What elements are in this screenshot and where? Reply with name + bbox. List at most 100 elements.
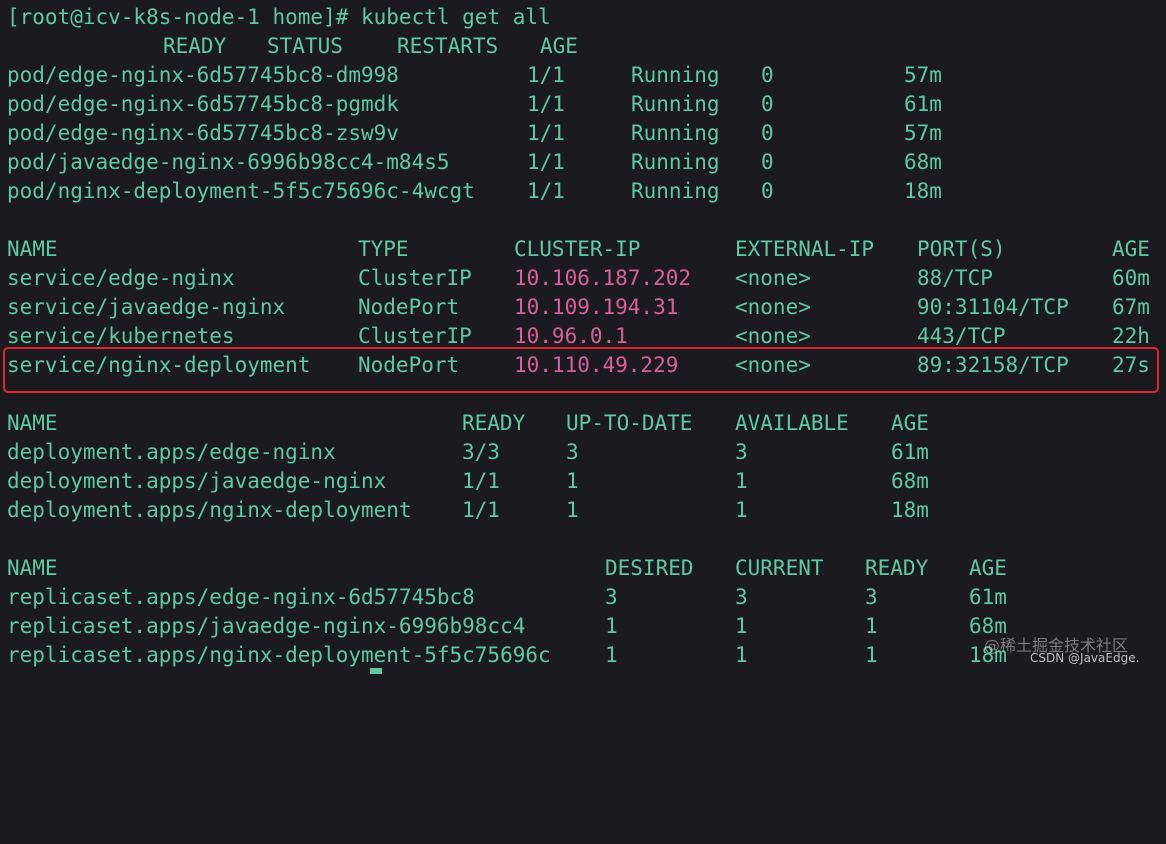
replicaset-name: replicaset.apps/edge-nginx-6d57745bc8 — [7, 585, 475, 609]
services-header-type: TYPE — [358, 237, 409, 261]
replicaset-name: replicaset.apps/nginx-deployment-5f5c756… — [7, 643, 551, 667]
service-row: service/edge-nginx ClusterIP 10.106.187.… — [0, 264, 1166, 293]
replicaset-name: replicaset.apps/javaedge-nginx-6996b98cc… — [7, 614, 526, 638]
pod-name: pod/javaedge-nginx-6996b98cc4-m84s5 — [7, 150, 450, 174]
replicaset-desired: 1 — [605, 614, 618, 638]
replicaset-desired: 1 — [605, 643, 618, 667]
deployments-header-available: AVAILABLE — [735, 411, 849, 435]
deployment-up-to-date: 1 — [566, 498, 579, 522]
pod-row: pod/nginx-deployment-5f5c75696c-4wcgt 1/… — [0, 177, 1166, 206]
replicaset-desired: 3 — [605, 585, 618, 609]
pod-name: pod/edge-nginx-6d57745bc8-pgmdk — [7, 92, 399, 116]
deployment-row: deployment.apps/javaedge-nginx 1/1 1 1 6… — [0, 467, 1166, 496]
pod-restarts: 0 — [761, 63, 774, 87]
pod-row: pod/edge-nginx-6d57745bc8-pgmdk 1/1 Runn… — [0, 90, 1166, 119]
pod-row: pod/javaedge-nginx-6996b98cc4-m84s5 1/1 … — [0, 148, 1166, 177]
pod-row: pod/edge-nginx-6d57745bc8-zsw9v 1/1 Runn… — [0, 119, 1166, 148]
pod-status: Running — [631, 179, 720, 203]
deployment-name: deployment.apps/javaedge-nginx — [7, 469, 387, 493]
service-age: 60m — [1112, 266, 1150, 290]
pod-row: pod/edge-nginx-6d57745bc8-dm998 1/1 Runn… — [0, 61, 1166, 90]
deployment-ready: 1/1 — [462, 498, 500, 522]
service-cluster-ip: 10.106.187.202 — [514, 266, 692, 290]
services-header-age: AGE — [1112, 237, 1150, 261]
deployment-age: 68m — [891, 469, 929, 493]
pod-status: Running — [631, 150, 720, 174]
service-ports: 90:31104/TCP — [917, 295, 1069, 319]
watermark-csdn: CSDN @JavaEdge. — [1030, 651, 1140, 665]
command-prompt: [root@icv-k8s-node-1 home]# kubectl get … — [7, 5, 551, 29]
deployment-ready: 3/3 — [462, 440, 500, 464]
pod-age: 57m — [904, 63, 942, 87]
replicaset-ready: 1 — [865, 643, 878, 667]
pods-header-status: STATUS — [267, 34, 343, 58]
pod-name: pod/edge-nginx-6d57745bc8-zsw9v — [7, 121, 399, 145]
replicaset-ready: 1 — [865, 614, 878, 638]
pod-status: Running — [631, 63, 720, 87]
pod-status: Running — [631, 92, 720, 116]
service-name: service/edge-nginx — [7, 266, 235, 290]
pod-ready: 1/1 — [527, 150, 565, 174]
services-header-name: NAME — [7, 237, 58, 261]
deployments-header-age: AGE — [891, 411, 929, 435]
deployment-up-to-date: 1 — [566, 469, 579, 493]
service-external-ip: <none> — [735, 266, 811, 290]
deployments-header: NAME READY UP-TO-DATE AVAILABLE AGE — [0, 409, 1166, 438]
pod-restarts: 0 — [761, 121, 774, 145]
service-external-ip: <none> — [735, 295, 811, 319]
pod-ready: 1/1 — [527, 63, 565, 87]
pod-ready: 1/1 — [527, 121, 565, 145]
service-ports: 88/TCP — [917, 266, 993, 290]
command-prompt-line: [root@icv-k8s-node-1 home]# kubectl get … — [0, 3, 1166, 32]
pods-header-restarts: RESTARTS — [397, 34, 499, 58]
pod-status: Running — [631, 121, 720, 145]
deployment-name: deployment.apps/nginx-deployment — [7, 498, 412, 522]
deployment-age: 18m — [891, 498, 929, 522]
service-cluster-ip: 10.109.194.31 — [514, 295, 679, 319]
replicaset-age: 61m — [969, 585, 1007, 609]
replicaset-ready: 3 — [865, 585, 878, 609]
replicaset-current: 1 — [735, 614, 748, 638]
deployment-available: 1 — [735, 469, 748, 493]
services-header-external-ip: EXTERNAL-IP — [735, 237, 875, 261]
deployment-age: 61m — [891, 440, 929, 464]
deployments-header-up-to-date: UP-TO-DATE — [566, 411, 693, 435]
deployments-header-name: NAME — [7, 411, 58, 435]
pod-ready: 1/1 — [527, 179, 565, 203]
pod-restarts: 0 — [761, 179, 774, 203]
replicasets-header-current: CURRENT — [735, 556, 824, 580]
deployment-up-to-date: 3 — [566, 440, 579, 464]
pods-header: READY STATUS RESTARTS AGE — [0, 32, 1166, 61]
pod-restarts: 0 — [761, 150, 774, 174]
replicaset-current: 3 — [735, 585, 748, 609]
replicasets-header-name: NAME — [7, 556, 58, 580]
pod-name: pod/edge-nginx-6d57745bc8-dm998 — [7, 63, 399, 87]
services-header-ports: PORT(S) — [917, 237, 1006, 261]
pods-header-age: AGE — [540, 34, 578, 58]
pod-age: 18m — [904, 179, 942, 203]
services-header-cluster-ip: CLUSTER-IP — [514, 237, 641, 261]
replicasets-header-ready: READY — [865, 556, 929, 580]
deployments-header-ready: READY — [462, 411, 526, 435]
replicaset-row: replicaset.apps/edge-nginx-6d57745bc8 3 … — [0, 583, 1166, 612]
deployment-available: 3 — [735, 440, 748, 464]
replicasets-header: NAME DESIRED CURRENT READY AGE — [0, 554, 1166, 583]
pod-name: pod/nginx-deployment-5f5c75696c-4wcgt — [7, 179, 475, 203]
highlight-box — [3, 347, 1159, 393]
deployment-row: deployment.apps/nginx-deployment 1/1 1 1… — [0, 496, 1166, 525]
service-age: 67m — [1112, 295, 1150, 319]
replicaset-current: 1 — [735, 643, 748, 667]
pod-age: 61m — [904, 92, 942, 116]
pods-header-ready: READY — [163, 34, 227, 58]
terminal-window[interactable]: [root@icv-k8s-node-1 home]# kubectl get … — [0, 0, 1166, 674]
deployment-available: 1 — [735, 498, 748, 522]
pod-age: 68m — [904, 150, 942, 174]
pod-age: 57m — [904, 121, 942, 145]
service-row: service/javaedge-nginx NodePort 10.109.1… — [0, 293, 1166, 322]
service-type: NodePort — [358, 295, 460, 319]
service-name: service/javaedge-nginx — [7, 295, 286, 319]
service-type: ClusterIP — [358, 266, 472, 290]
deployment-name: deployment.apps/edge-nginx — [7, 440, 336, 464]
pod-restarts: 0 — [761, 92, 774, 116]
deployment-row: deployment.apps/edge-nginx 3/3 3 3 61m — [0, 438, 1166, 467]
